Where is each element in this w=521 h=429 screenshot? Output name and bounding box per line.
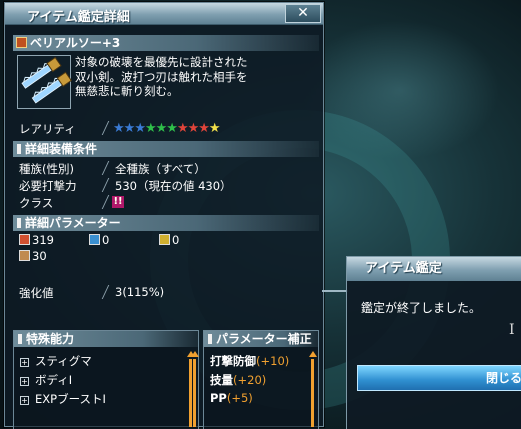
bonus-amount: (+5) [226, 391, 253, 405]
abilities-header: 特殊能力 [14, 331, 198, 347]
requirement-value-race: 全種族（すべて） [115, 162, 206, 176]
ability-item[interactable]: + スティグマ [20, 353, 92, 369]
requirement-label-power: 必要打撃力 [19, 179, 77, 193]
twin-daggers-image [21, 56, 72, 104]
rarity-star-icon: ★ [176, 121, 189, 136]
rarity-star-icon: ★ [208, 121, 221, 136]
rarity-label: レアリティ [19, 122, 76, 136]
bonus-amount: (+20) [233, 373, 267, 387]
parameters-header: 詳細パラメーター [13, 215, 319, 231]
expand-plus-icon[interactable]: + [20, 396, 29, 405]
bonus-item: 技量(+20) [210, 372, 266, 388]
ability-item[interactable]: + ボディⅠ [20, 372, 72, 388]
bonus-item: 打撃防御(+10) [210, 353, 289, 369]
scrollbar[interactable] [311, 359, 314, 427]
bonus-label: 打撃防御 [210, 354, 256, 368]
param-technique-value: 0 [172, 233, 180, 247]
rarity-stars: ★★★★★★★★★★ [113, 121, 221, 136]
rarity-star-icon: ★ [144, 121, 157, 136]
requirements-header: 詳細装備条件 [13, 141, 319, 157]
technique-attack-icon [159, 234, 170, 245]
dialog-message: 鑑定が終了しました。 [361, 301, 482, 315]
rarity-star-icon: ★ [198, 121, 210, 136]
section-marker [208, 334, 212, 344]
param-ranged: 0 [89, 233, 109, 247]
dialog-connector-line [322, 290, 348, 292]
appraisal-dialog: アイテム鑑定 鑑定が終了しました。 I 閉じる [346, 256, 521, 429]
parameters-header-text: 詳細パラメーター [25, 216, 121, 230]
dialog-title[interactable]: アイテム鑑定 [347, 257, 521, 281]
enhance-label: 強化値 [19, 286, 54, 300]
ranged-attack-icon [89, 234, 100, 245]
param-ranged-value: 0 [102, 233, 110, 247]
item-description: 対象の破壊を最優先に設計された 双小剣。波打つ刃は触れた相手を 無慈悲に斬り刻む… [75, 55, 315, 99]
special-abilities-panel: 特殊能力 + スティグマ + ボディⅠ + EXPブーストⅠ [13, 330, 199, 429]
window-titlebar[interactable]: アイテム鑑定詳細 ✕ [5, 3, 323, 25]
param-technique: 0 [159, 233, 179, 247]
parameter-bonus-panel: パラメーター補正 打撃防御(+10) 技量(+20) PP(+5) [191, 330, 319, 429]
striking-attack-icon [19, 234, 30, 245]
item-name: ベリアルソー+3 [30, 36, 121, 50]
requirement-label-race: 種族(性別) [19, 162, 74, 176]
section-marker [17, 144, 21, 154]
bonus-header-text: パラメーター補正 [216, 332, 312, 346]
twin-dagger-icon [16, 37, 27, 48]
scroll-up-arrow-icon[interactable] [309, 351, 317, 357]
description-line: 双小剣。波打つ刃は触れた相手を [75, 69, 248, 84]
param-dex-value: 30 [32, 249, 47, 263]
item-appraisal-detail-window: アイテム鑑定詳細 ✕ ベリアルソー+3 対象の破壊を最優先に設計された 双小剣。… [4, 2, 324, 429]
double-exclaim-icon: !! [112, 196, 124, 208]
bonus-amount: (+10) [256, 354, 290, 368]
rarity-star-icon: ★ [155, 121, 168, 136]
bonus-label: PP [210, 391, 227, 405]
rarity-star-icon: ★ [166, 121, 178, 136]
scrollbar[interactable] [189, 359, 192, 427]
enhance-value: 3(115%) [115, 285, 165, 299]
item-name-bar: ベリアルソー+3 [13, 35, 319, 51]
expand-plus-icon[interactable]: + [20, 358, 29, 367]
close-button[interactable]: ✕ [285, 4, 321, 23]
param-striking-value: 319 [32, 233, 54, 247]
rarity-star-icon: ★ [187, 121, 200, 136]
item-thumbnail [17, 55, 72, 109]
param-striking: 319 [19, 233, 54, 247]
bonus-header: パラメーター補正 [204, 331, 318, 347]
description-line: 対象の破壊を最優先に設計された [75, 55, 248, 69]
rarity-star-icon: ★ [113, 121, 125, 136]
window-title: アイテム鑑定詳細 [27, 10, 130, 25]
section-marker [17, 218, 21, 228]
dex-icon [19, 250, 30, 261]
rarity-star-icon: ★ [134, 121, 146, 136]
bonus-item: PP(+5) [210, 391, 253, 405]
requirements-header-text: 詳細装備条件 [25, 142, 98, 156]
bonus-label: 技量 [210, 373, 233, 387]
param-dex: 30 [19, 249, 47, 263]
section-marker [18, 334, 22, 344]
requirement-label-class: クラス [19, 196, 54, 210]
scrollbar[interactable] [193, 359, 196, 427]
abilities-header-text: 特殊能力 [26, 332, 75, 346]
scroll-up-arrow-icon[interactable] [191, 351, 199, 357]
ability-name: ボディⅠ [35, 373, 73, 387]
ability-name: スティグマ [35, 354, 92, 368]
text-cursor-icon: I [509, 322, 515, 338]
rarity-star-icon: ★ [123, 121, 136, 136]
ability-item[interactable]: + EXPブーストⅠ [20, 391, 106, 407]
requirement-value-power: 530（現在の値 430） [115, 179, 232, 193]
expand-plus-icon[interactable]: + [20, 377, 29, 386]
ability-name: EXPブーストⅠ [35, 392, 106, 406]
close-dialog-button[interactable]: 閉じる [357, 365, 521, 391]
description-line: 無慈悲に斬り刻む。 [75, 84, 179, 98]
